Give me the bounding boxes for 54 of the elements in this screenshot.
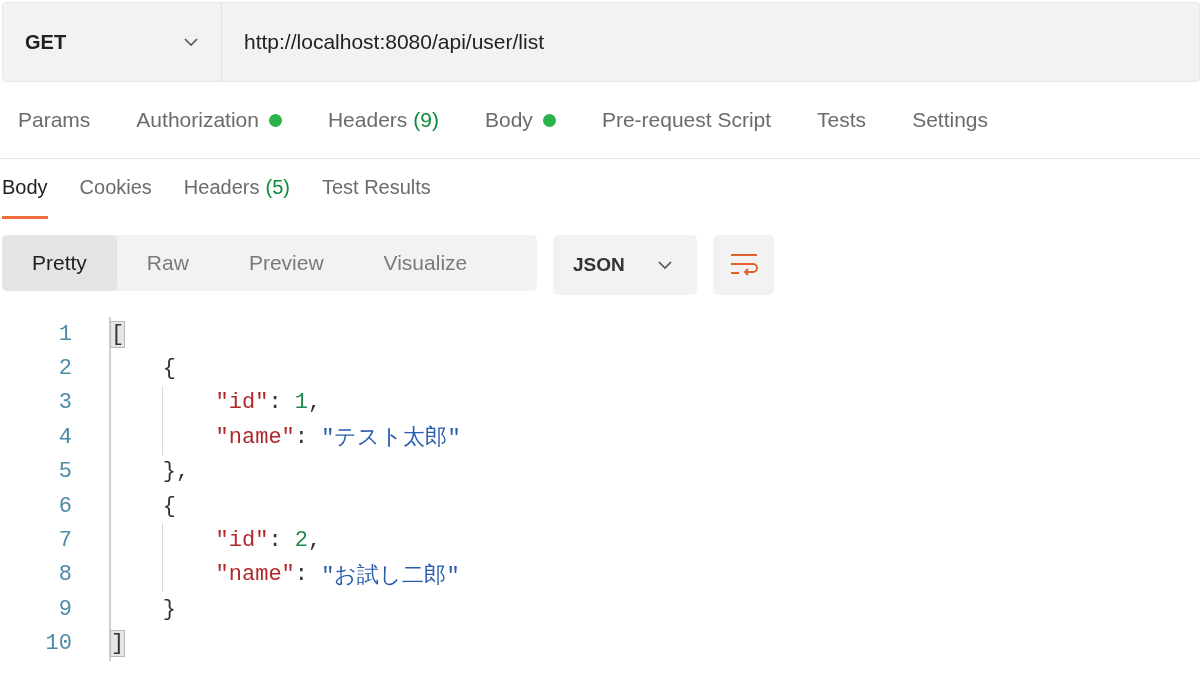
format-dropdown[interactable]: JSON xyxy=(553,235,697,295)
json-punctuation: : xyxy=(294,424,309,450)
line-number: 7 xyxy=(57,528,73,554)
json-punctuation: { xyxy=(162,493,176,519)
view-mode-option[interactable]: Preview xyxy=(218,235,354,291)
chevron-down-icon xyxy=(657,260,673,270)
request-tab[interactable]: Params xyxy=(18,82,91,158)
json-string: "お試し二郎" xyxy=(321,562,460,590)
json-string: "テスト太郎" xyxy=(321,424,461,453)
line-number: 2 xyxy=(57,356,73,382)
request-tab[interactable]: Tests xyxy=(817,82,867,158)
json-number: 2 xyxy=(294,528,308,554)
response-tab[interactable]: Cookies xyxy=(79,159,152,219)
response-tab[interactable]: Headers (5) xyxy=(183,159,290,219)
view-mode-option[interactable]: Visualize xyxy=(353,235,498,291)
line-number: 3 xyxy=(57,390,73,416)
request-tab[interactable]: Headers (9) xyxy=(327,82,439,158)
request-tab[interactable]: Authorization xyxy=(136,82,282,158)
response-tab[interactable]: Body xyxy=(2,159,48,219)
wrap-lines-button[interactable] xyxy=(713,235,774,295)
request-tab[interactable]: Pre-request Script xyxy=(601,82,772,158)
line-number: 5 xyxy=(57,459,73,485)
view-mode-option[interactable]: Raw xyxy=(116,235,219,291)
response-tab[interactable]: Test Results xyxy=(321,159,431,219)
json-key: "name" xyxy=(215,424,295,450)
line-number: 9 xyxy=(57,596,73,622)
status-dot xyxy=(542,113,556,127)
method-dropdown[interactable]: GET xyxy=(3,3,222,81)
json-punctuation: : xyxy=(294,562,309,588)
line-number: 1 xyxy=(57,321,73,347)
json-punctuation: : xyxy=(268,528,283,554)
line-number: 8 xyxy=(57,562,73,588)
json-punctuation: ] xyxy=(111,631,125,657)
line-number: 10 xyxy=(44,631,73,657)
json-key: "id" xyxy=(215,528,269,554)
request-tab[interactable]: Settings xyxy=(912,82,988,158)
wrap-lines-icon xyxy=(728,252,759,278)
json-punctuation: } xyxy=(162,596,176,622)
status-dot xyxy=(268,113,282,127)
json-punctuation: , xyxy=(308,528,322,554)
json-key: "id" xyxy=(215,390,269,416)
request-tab[interactable]: Body xyxy=(485,82,556,158)
chevron-down-icon xyxy=(183,37,199,47)
json-punctuation: : xyxy=(268,390,283,416)
json-punctuation: { xyxy=(162,356,176,382)
json-punctuation: , xyxy=(308,390,322,416)
json-punctuation: }, xyxy=(162,459,190,485)
json-punctuation: [ xyxy=(111,321,125,347)
line-number: 4 xyxy=(57,424,73,450)
json-key: "name" xyxy=(215,562,295,588)
view-mode-option[interactable]: Pretty xyxy=(2,235,117,291)
json-number: 1 xyxy=(294,390,308,416)
url-field[interactable]: http://localhost:8080/api/user/list xyxy=(222,3,1199,81)
line-number: 6 xyxy=(57,493,73,519)
